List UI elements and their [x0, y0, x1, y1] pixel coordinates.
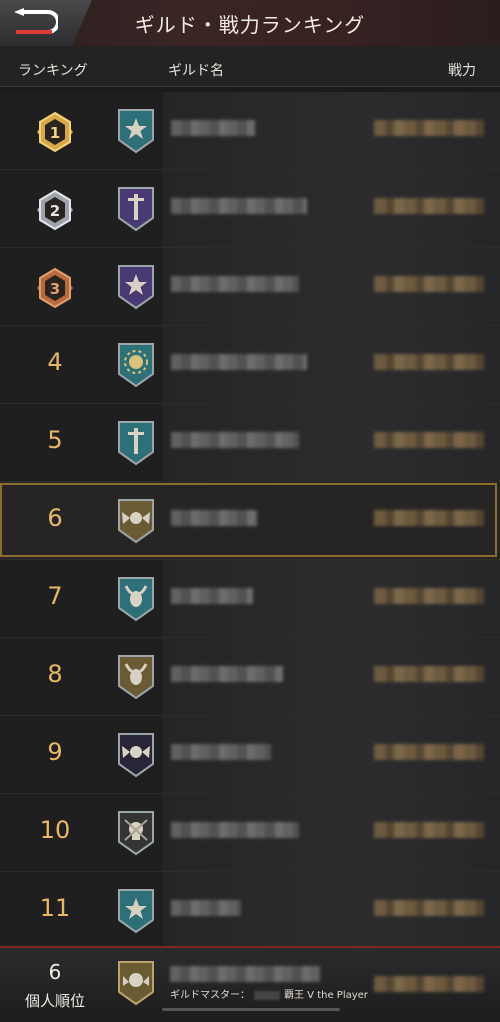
guild-data-cell [163, 872, 500, 949]
table-row[interactable]: 8 [0, 638, 500, 716]
guild-emblem-icon [117, 108, 155, 158]
guild-name-masked [170, 966, 320, 982]
power-masked [374, 744, 484, 760]
rank-cell: 11 [0, 872, 164, 949]
guild-emblem-icon [117, 732, 155, 782]
rank-medal-icon: 1 [33, 110, 77, 158]
scroll-indicator [162, 1008, 340, 1011]
rank-cell: 10 [0, 794, 164, 871]
guild-data-cell [163, 248, 500, 325]
guild-name-masked [171, 900, 241, 916]
guild-name-masked [171, 822, 299, 838]
guild-emblem-icon [117, 420, 155, 470]
rank-number: 7 [47, 582, 63, 610]
rank-number: 4 [47, 348, 63, 376]
rank-medal-icon: 2 [33, 188, 77, 236]
table-row[interactable]: 4 [0, 326, 500, 404]
guild-emblem-icon [117, 810, 155, 860]
rank-cell: 8 [0, 638, 164, 715]
guild-emblem-icon [117, 576, 155, 626]
power-masked [374, 120, 484, 136]
rank-number: 6 [47, 504, 63, 532]
guild-emblem-icon [117, 342, 155, 392]
guild-master: ギルドマスター： 覇王 V the Player [170, 990, 368, 1001]
power-masked [374, 822, 484, 838]
rank-cell: 9 [0, 716, 164, 793]
table-row[interactable]: 1 [0, 92, 500, 170]
rank-number: 9 [47, 738, 63, 766]
table-row[interactable]: 11 [0, 872, 500, 950]
guild-name-masked [171, 354, 307, 370]
power-masked [374, 510, 484, 526]
rank-number: 5 [47, 426, 63, 454]
rank-cell: 3 [0, 248, 164, 325]
table-row[interactable]: 7 [0, 560, 500, 638]
power-masked [374, 198, 484, 214]
table-row[interactable]: 9 [0, 716, 500, 794]
rank-medal-icon: 3 [33, 266, 77, 314]
svg-text:3: 3 [50, 280, 60, 298]
table-row[interactable]: 10 [0, 794, 500, 872]
guild-name-masked [171, 120, 255, 136]
power-masked [374, 666, 484, 682]
rank-cell: 5 [0, 404, 164, 481]
guild-data-cell [163, 638, 500, 715]
guild-data-cell [163, 92, 500, 169]
rank-cell: 2 [0, 170, 164, 247]
guild-data-cell [163, 794, 500, 871]
rank-number: 10 [39, 816, 71, 844]
table-row[interactable]: 5 [0, 404, 500, 482]
personal-rank-label: 個人順位 [24, 992, 85, 1010]
rank-number: 8 [47, 660, 63, 688]
guild-data-cell [163, 326, 500, 403]
power-masked [374, 976, 484, 992]
guild-emblem-icon [117, 654, 155, 704]
power-masked [374, 276, 484, 292]
column-power: 戦力 [448, 63, 476, 79]
guild-data-cell [163, 170, 500, 247]
rank-cell: 7 [0, 560, 164, 637]
guild-data-cell [163, 482, 500, 559]
rank-cell: 4 [0, 326, 164, 403]
column-guild-name: ギルド名 [168, 63, 224, 79]
header-bar: ギルド・戦力ランキング [0, 0, 500, 47]
guild-data-cell [163, 404, 500, 481]
column-header: ランキング ギルド名 戦力 [0, 46, 500, 87]
guild-emblem-icon [117, 888, 155, 938]
guild-name-masked [171, 510, 257, 526]
guild-name-masked [171, 744, 271, 760]
power-masked [374, 900, 484, 916]
column-ranking: ランキング [18, 63, 88, 79]
table-row[interactable]: 2 [0, 170, 500, 248]
guild-name-masked [171, 588, 253, 604]
guild-emblem-icon [117, 960, 155, 1010]
guild-data-cell [163, 560, 500, 637]
guild-name-masked [171, 666, 283, 682]
guild-emblem-icon [117, 186, 155, 236]
rank-number: 11 [39, 894, 71, 922]
svg-text:2: 2 [50, 202, 60, 220]
guild-name-masked [171, 276, 299, 292]
guild-name-masked [171, 198, 307, 214]
page-title: ギルド・戦力ランキング [134, 13, 366, 37]
personal-rank-number: 6 [48, 960, 62, 984]
rank-cell: 6 [0, 482, 164, 559]
power-masked [374, 432, 484, 448]
power-masked [374, 354, 484, 370]
guild-name-masked [171, 432, 299, 448]
svg-text:1: 1 [50, 124, 60, 142]
power-masked [374, 588, 484, 604]
guild-data-cell [163, 716, 500, 793]
rank-cell: 1 [0, 92, 164, 169]
guild-emblem-icon [117, 264, 155, 314]
table-row[interactable]: 6 [0, 482, 500, 560]
guild-emblem-icon [117, 498, 155, 548]
table-row[interactable]: 3 [0, 248, 500, 326]
